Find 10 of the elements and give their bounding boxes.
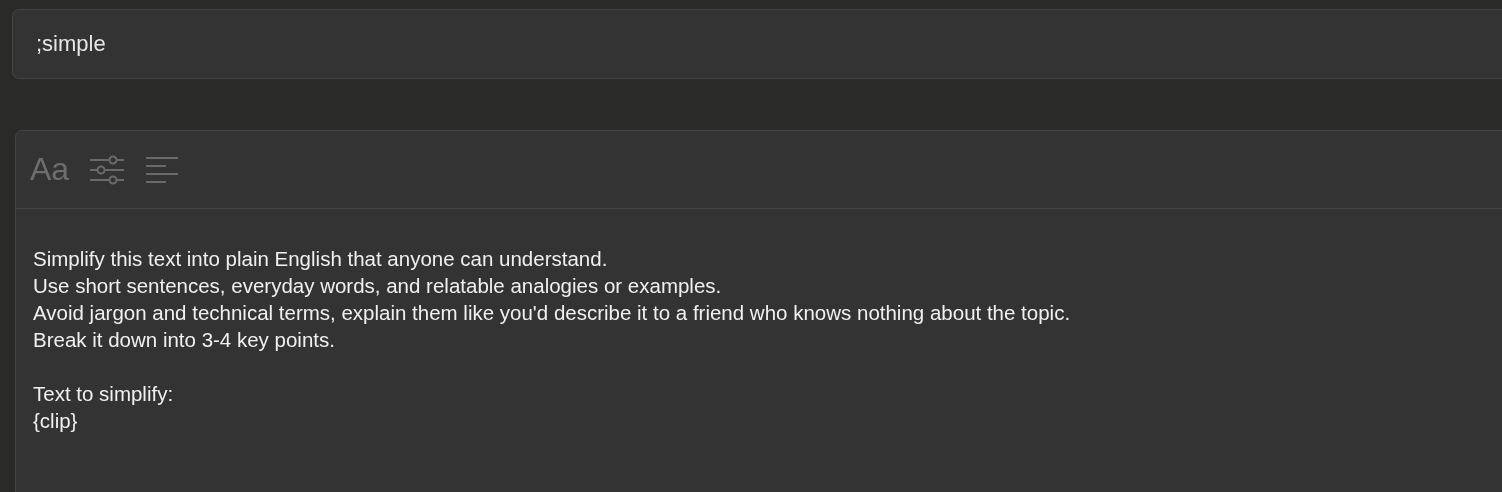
text-line: Text to simplify: — [33, 381, 174, 407]
text-line: Simplify this text into plain English that anyone can understand. — [33, 246, 608, 272]
text-line: Avoid jargon and technical terms, explain them like you'd describe it to a friend who knows nothing about the topic. — [33, 300, 1071, 326]
text-line: Break it down into 3-4 key points. — [33, 327, 335, 353]
text-line: Use short sentences, everyday words, and relatable analogies or examples. — [33, 273, 722, 299]
text-align-icon[interactable] — [145, 154, 180, 185]
text-line: {clip} — [33, 408, 78, 434]
sliders-icon[interactable] — [89, 154, 126, 185]
field-value: ;simple — [36, 31, 106, 57]
trigger-field[interactable]: ;simple — [12, 9, 1502, 79]
